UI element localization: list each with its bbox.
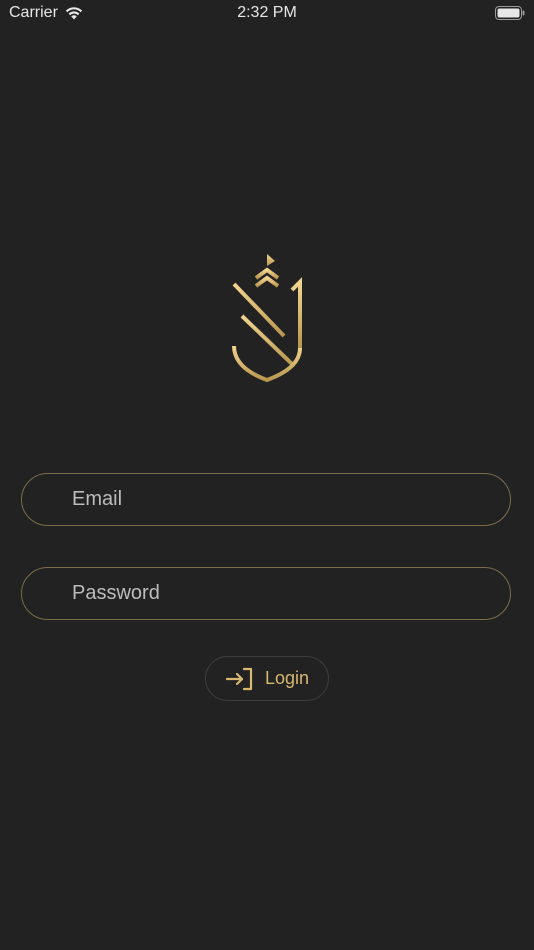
password-field[interactable] <box>21 567 511 620</box>
status-time: 2:32 PM <box>237 4 297 21</box>
status-bar: Carrier 2:32 PM <box>0 0 534 28</box>
login-button[interactable]: Login <box>205 656 329 701</box>
email-field[interactable] <box>21 473 511 526</box>
login-button-label: Login <box>264 668 310 688</box>
login-screen: Carrier 2:32 PM Email Login <box>0 0 534 950</box>
battery-icon <box>495 6 525 20</box>
sign-in-icon <box>225 667 253 690</box>
brand-logo <box>232 254 302 383</box>
